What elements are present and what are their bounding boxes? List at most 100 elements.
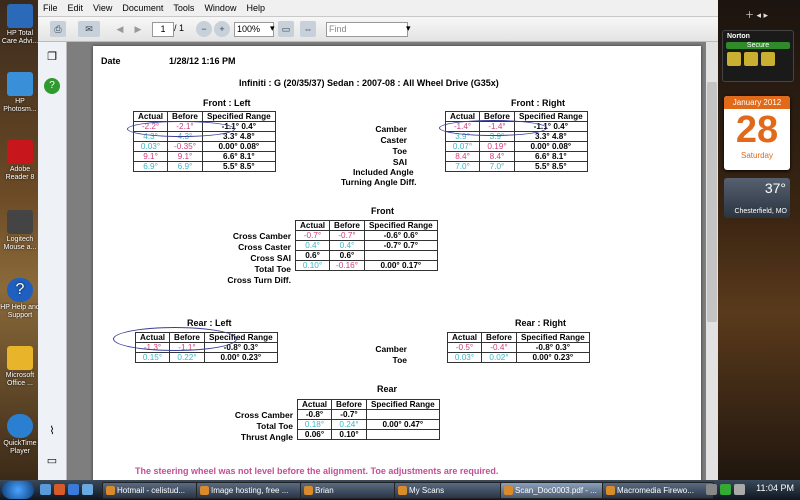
photo-icon [7, 72, 33, 96]
taskbar-item-hotmail[interactable]: Hotmail - celistud... [102, 482, 206, 499]
zoom-in-icon[interactable]: + [214, 21, 230, 37]
desktop-icon-adobe-reader[interactable]: Adobe Reader 8 [0, 140, 40, 182]
table-row: 7.0° 7.0° 5.5° 8.5° [444, 161, 588, 172]
vehicle-title: Infiniti : G (20/35/37) Sedan : 2007-08 … [239, 78, 499, 88]
date-label: Date [101, 56, 121, 66]
taskbar-item-brian[interactable]: Brian [300, 482, 404, 499]
email-icon[interactable]: ✉ [78, 21, 100, 37]
front-cross-title: Front [371, 206, 394, 216]
label-rear-camber: Camber [375, 344, 407, 354]
taskbar: Hotmail - celistud... Image hosting, fre… [0, 480, 800, 500]
help-icon: ? [7, 278, 33, 302]
toolbar: ⎙ ✉ ◀ ▶ 1 / 1 − + 100% ▾ ▭ ⇔ Find ▾ [38, 17, 718, 42]
menu-document[interactable]: Document [117, 0, 168, 13]
desktop-icon-hp-total-care[interactable]: HP Total Care Advi... [0, 4, 40, 46]
quicktime-icon [7, 414, 33, 438]
page-total: / 1 [174, 23, 185, 33]
find-dropdown-icon[interactable]: ▾ [406, 23, 411, 39]
label-total-toe: Total Toe [254, 264, 291, 274]
table-row: -0.5° -0.4° -0.8° 0.3° [446, 342, 590, 353]
table-row: 0.15° 0.22° 0.00° 0.23° [134, 352, 278, 363]
document-area[interactable]: Date 1/28/12 1:16 PM Infiniti : G (20/35… [67, 42, 718, 480]
rear-left-title: Rear : Left [187, 318, 232, 328]
show-desktop-icon[interactable] [40, 484, 51, 495]
adobe-reader-icon [7, 140, 33, 164]
table-row: 8.4° 8.4° 6.6° 8.1° [444, 151, 588, 162]
table-row: -0.7° -0.7° -0.6° 0.6° [294, 230, 438, 241]
prev-page-icon[interactable]: ◀ [112, 21, 128, 37]
rear-right-table: Actual Before Specified Range -0.5° -0.4… [446, 332, 590, 363]
office-icon [7, 346, 33, 370]
table-row: -0.8° -0.7° [296, 409, 440, 420]
start-button[interactable] [2, 481, 34, 499]
calendar-gadget[interactable]: January 2012 28 Saturday [724, 96, 790, 170]
table-row: 0.07° 0.19° 0.00° 0.08° [444, 141, 588, 152]
tray-volume-icon[interactable] [734, 484, 745, 495]
fit-page-icon[interactable]: ▭ [278, 21, 294, 37]
vertical-scrollbar[interactable] [706, 42, 718, 480]
next-page-icon[interactable]: ▶ [130, 21, 146, 37]
quick-launch-icon[interactable] [54, 484, 65, 495]
taskbar-item-fireworks[interactable]: Macromedia Firewo... [602, 482, 714, 499]
norton-settings-icon[interactable] [761, 52, 775, 66]
zoom-dropdown-icon[interactable]: ▾ [270, 23, 275, 39]
switch-windows-icon[interactable] [82, 484, 93, 495]
pdf-page: Date 1/28/12 1:16 PM Infiniti : G (20/35… [93, 46, 701, 480]
rear-right-title: Rear : Right [515, 318, 567, 328]
norton-shield-icon[interactable] [744, 52, 758, 66]
gadget-controls[interactable]: ＋ ◂ ▸ [745, 8, 768, 21]
help-icon[interactable]: ? [44, 78, 60, 94]
weather-gadget[interactable]: 37° Chesterfield, MO [724, 178, 790, 218]
zoom-out-icon[interactable]: − [196, 21, 212, 37]
desktop-icon-quicktime[interactable]: QuickTime Player [0, 414, 40, 456]
pages-icon[interactable]: ❐ [44, 50, 60, 66]
label-cross-turn-diff: Cross Turn Diff. [227, 275, 291, 285]
calendar-month: January 2012 [724, 96, 790, 109]
system-clock[interactable]: 11:04 PM [756, 483, 794, 493]
table-row: 0.6° 0.6° [294, 250, 438, 261]
pen-circle-annotation [439, 120, 547, 136]
attachment-icon[interactable]: ⌇ [44, 424, 60, 440]
find-input[interactable]: Find [326, 22, 408, 37]
zoom-input[interactable]: 100% [234, 22, 274, 37]
table-row: 9.1° 9.1° 6.6° 8.1° [132, 151, 276, 162]
label-cross-caster: Cross Caster [238, 242, 291, 252]
desktop-icon-logitech-mouse[interactable]: Logitech Mouse a... [0, 210, 40, 252]
menu-file[interactable]: File [38, 0, 63, 13]
desktop-icon-hp-photosmart[interactable]: HP Photosm... [0, 72, 40, 114]
print-icon[interactable]: ⎙ [50, 21, 66, 37]
label-rear-cross-camber: Cross Camber [234, 410, 293, 420]
hp-icon [7, 4, 33, 28]
norton-gadget[interactable]: Norton Secure [722, 30, 794, 82]
ie-icon[interactable] [68, 484, 79, 495]
taskbar-item-my-scans[interactable]: My Scans [394, 482, 510, 499]
rear-cross-table: Actual Before Specified Range -0.8° -0.7… [296, 399, 440, 440]
menu-tools[interactable]: Tools [168, 0, 199, 13]
menu-bar: File Edit View Document Tools Window Help [38, 0, 718, 17]
menu-help[interactable]: Help [241, 0, 270, 13]
table-row: 0.18° 0.24° 0.00° 0.47° [296, 419, 440, 430]
tray-network-icon[interactable] [720, 484, 731, 495]
taskbar-item-scan-pdf[interactable]: Scan_Doc0003.pdf - ... [500, 482, 612, 499]
desktop-icon-hp-help[interactable]: ? HP Help and Support [0, 278, 40, 320]
label-caster: Caster [380, 135, 407, 145]
menu-edit[interactable]: Edit [63, 0, 89, 13]
navigation-panel: ❐ ? ⌇ ▭ [38, 42, 67, 480]
label-rear-toe: Toe [392, 355, 407, 365]
front-left-table: Actual Before Specified Range -2.2° -2.1… [132, 111, 276, 172]
weather-temp: 37° [764, 180, 786, 196]
menu-view[interactable]: View [88, 0, 117, 13]
comments-icon[interactable]: ▭ [44, 454, 60, 470]
mouse-icon [7, 210, 33, 234]
menu-window[interactable]: Window [199, 0, 241, 13]
taskbar-item-image-hosting[interactable]: Image hosting, free ... [196, 482, 310, 499]
scrollbar-thumb[interactable] [707, 82, 717, 322]
norton-scan-icon[interactable] [727, 52, 741, 66]
desktop-icon-office[interactable]: Microsoft Office ... [0, 346, 40, 388]
tray-icon[interactable] [706, 484, 717, 495]
label-camber: Camber [375, 124, 407, 134]
label-thrust-angle: Thrust Angle [240, 432, 293, 442]
fit-width-icon[interactable]: ⇔ [300, 21, 316, 37]
page-number-input[interactable]: 1 [152, 22, 174, 37]
calendar-day: 28 [735, 109, 779, 151]
